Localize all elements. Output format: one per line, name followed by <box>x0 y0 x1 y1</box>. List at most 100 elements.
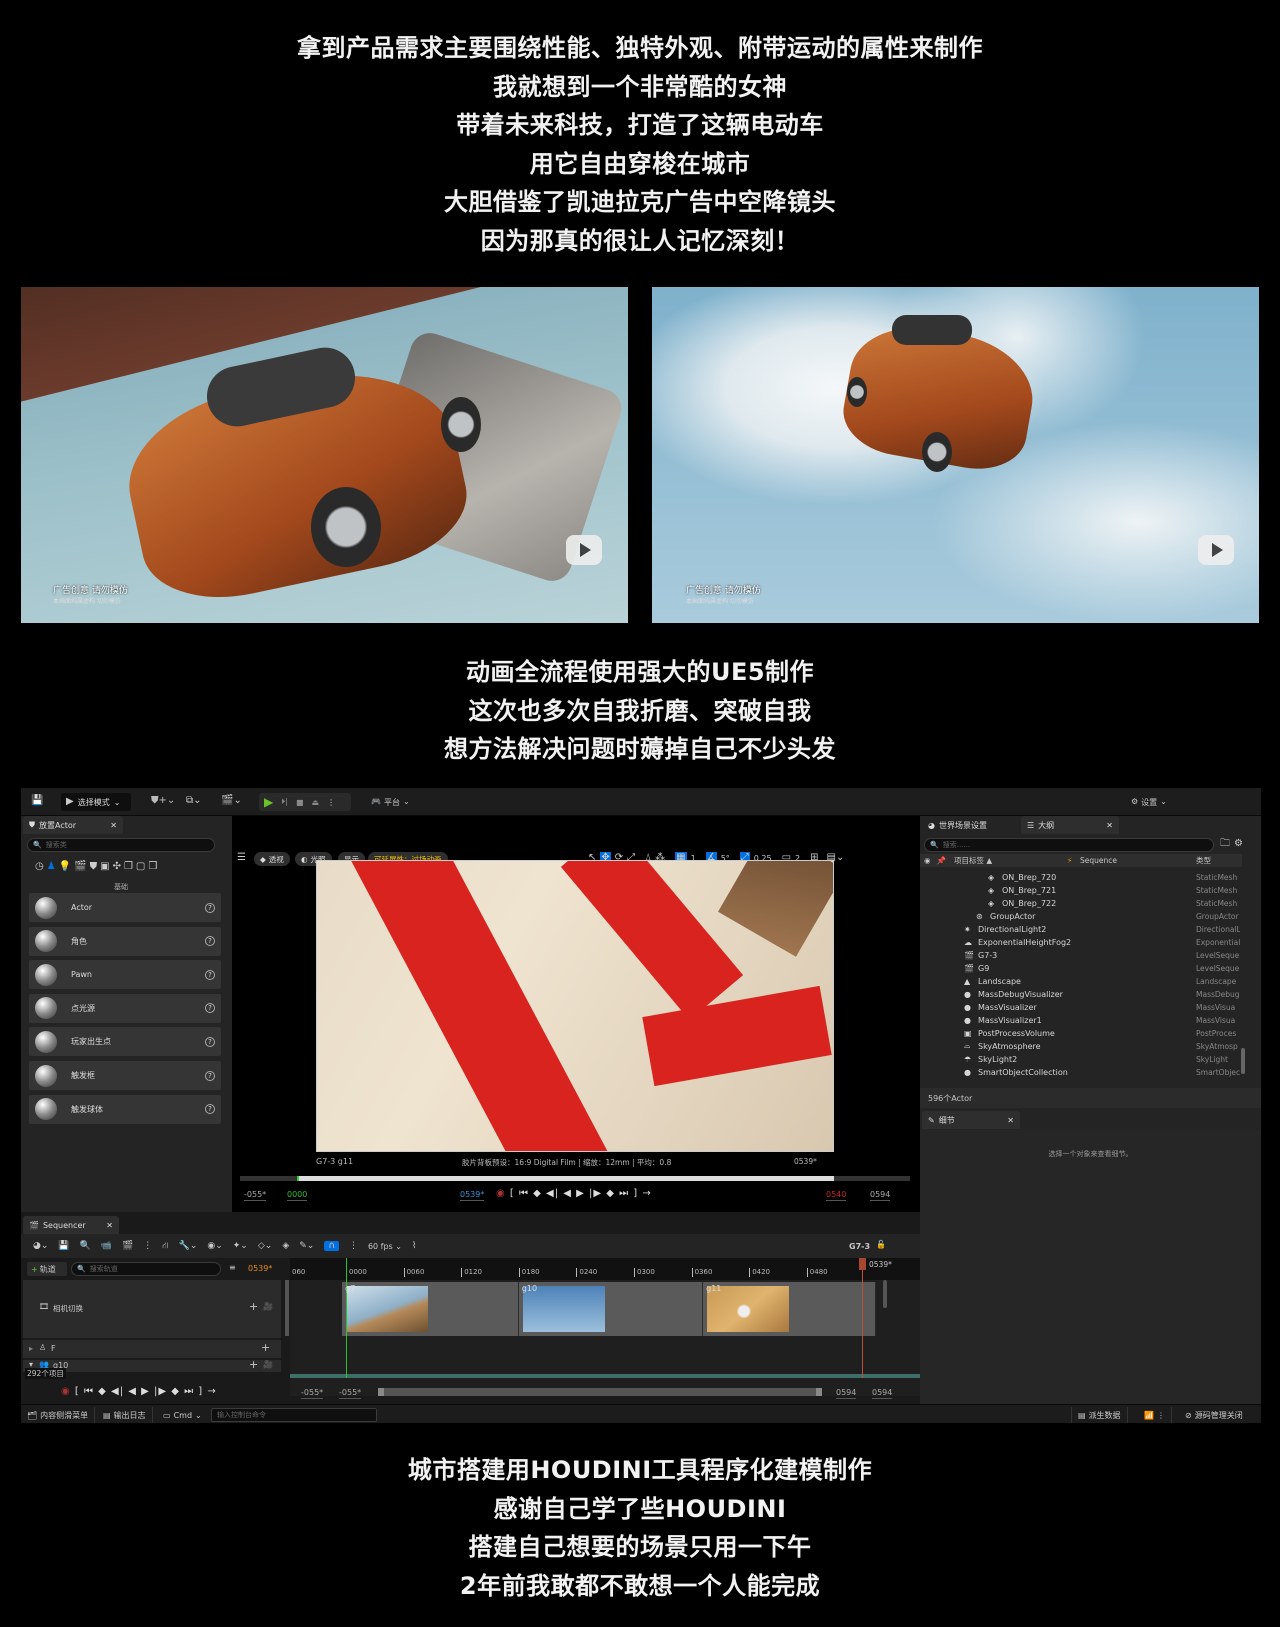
eye-icon[interactable]: ◉⌄ <box>207 1241 222 1251</box>
light-icon[interactable]: 💡 <box>59 862 71 872</box>
add-icon[interactable]: + <box>249 1360 258 1371</box>
actor-item[interactable]: 点光源? <box>29 993 221 1023</box>
video-play-icon[interactable] <box>1198 535 1234 565</box>
outliner-row[interactable]: ◈ ON_Brep_722 StaticMesh <box>920 897 1240 910</box>
content-drawer-button[interactable]: 🗂 内容侧滑菜单 <box>21 1407 96 1423</box>
cinematic-icon[interactable]: 🎬 <box>74 862 86 872</box>
shot-clip[interactable]: g11 <box>703 1282 876 1336</box>
save-icon[interactable]: 💾 <box>58 1241 69 1251</box>
select-mode-button[interactable]: ▶ 选择模式 ⌄ <box>61 793 131 811</box>
camera-icon[interactable]: 🎥 <box>263 1302 273 1311</box>
outliner-row[interactable]: ☁ ExponentialHeightFog2 Exponential <box>920 936 1240 949</box>
actor-item[interactable]: 玩家出生点? <box>29 1027 221 1057</box>
level-viewport[interactable]: ☰ ◆ 透视 ◐ 光照 显示 可延展性：过场动画 ↖ ✥ ⟳ ⤢ ⍙ ⁂ ▦ 1 ∡ 5° ⤢ 0.… <box>232 816 920 1212</box>
gear-icon[interactable]: ⚙ <box>1234 839 1243 849</box>
source-control-button[interactable]: ⊘ 源码管理关闭 <box>1179 1407 1249 1423</box>
wrench-icon[interactable]: 🔧⌄ <box>179 1241 198 1251</box>
column-type[interactable]: 类型 <box>1196 855 1211 866</box>
outliner-row[interactable]: ◈ ON_Brep_720 StaticMesh <box>920 871 1240 884</box>
outliner-search-input[interactable]: 🔍 搜索...... <box>924 838 1214 852</box>
actor-item[interactable]: Actor? <box>29 893 221 922</box>
visibility-icon[interactable]: ◉ <box>924 856 931 865</box>
outliner-scrollbar[interactable] <box>1241 1048 1245 1074</box>
actor-item[interactable]: 触发球体? <box>29 1094 221 1124</box>
outliner-row[interactable]: ● SmartObjectCollection SmartObjec <box>920 1066 1240 1079</box>
tab-sequencer[interactable]: 🎬 Sequencer ✕ <box>23 1216 119 1234</box>
outliner-row[interactable]: ● MassVisualizer1 MassVisua <box>920 1014 1240 1027</box>
current-frame[interactable]: 0539* <box>460 1190 485 1201</box>
tab-world-settings[interactable]: ◕ 世界场景设置 <box>922 816 1020 834</box>
tab-outliner[interactable]: ☰ 大纲 ✕ <box>1021 816 1119 834</box>
sequencer-transport[interactable]: ◉ [ ⏮ ◆ ◀| ◀ ▶ |▶ ◆ ⏭ ] → <box>61 1386 217 1397</box>
filter-icon[interactable]: ≡ <box>229 1263 236 1272</box>
close-icon[interactable]: ✕ <box>106 1221 113 1230</box>
unlock-icon[interactable]: 🔓 <box>876 1240 886 1249</box>
add-folder-icon[interactable]: 🗀 <box>1220 839 1230 849</box>
world-icon[interactable]: ◕⌄ <box>33 1241 48 1251</box>
volume-icon[interactable]: ▣ <box>100 862 109 872</box>
pin-icon[interactable]: 📌 <box>937 856 946 865</box>
playhead-line[interactable] <box>862 1258 863 1378</box>
help-icon[interactable]: ? <box>205 1003 215 1014</box>
column-sequence[interactable]: Sequence <box>1080 856 1117 865</box>
clapper-icon[interactable]: 🎬 <box>122 1241 133 1251</box>
outliner-row[interactable]: ● MassVisualizer MassVisua <box>920 1001 1240 1014</box>
step-icon[interactable]: ⏵| <box>281 797 288 807</box>
record-icon[interactable]: ◉ <box>61 1386 71 1397</box>
more-classes-icon[interactable]: ❒ <box>148 862 157 872</box>
output-log-button[interactable]: ▤ 输出日志 <box>97 1407 153 1423</box>
help-icon[interactable]: ? <box>205 969 215 980</box>
outliner-row[interactable]: ▣ PostProcessVolume PostProces <box>920 1027 1240 1040</box>
outliner-row[interactable]: ✷ DirectionalLight2 DirectionalL <box>920 923 1240 936</box>
derived-data-button[interactable]: ▤ 派生数据 <box>1071 1407 1128 1423</box>
close-icon[interactable]: ✕ <box>110 821 117 830</box>
out-frame[interactable]: 0540 <box>826 1190 847 1201</box>
in-frame[interactable]: 0000 <box>287 1190 308 1201</box>
playback-scrubber[interactable] <box>240 1176 910 1181</box>
close-icon[interactable]: ✕ <box>1106 821 1113 830</box>
snap-magnet-icon[interactable]: ∩ <box>324 1241 339 1251</box>
class-search-input[interactable]: 🔍 搜索类 <box>27 838 215 852</box>
view-range-slider[interactable] <box>378 1388 822 1396</box>
brush-icon[interactable]: ✎⌄ <box>299 1241 314 1251</box>
help-icon[interactable]: ? <box>205 936 215 947</box>
geometry-icon[interactable]: ✣ <box>113 862 121 872</box>
transport-controls[interactable]: ◉ [ ⏮ ◆ ◀| ◀ ▶ |▶ ◆ ⏭ ] → <box>496 1188 652 1199</box>
outliner-row[interactable]: 🎬 G7-3 LevelSeque <box>920 949 1240 962</box>
keyframe-icon[interactable]: ◈ <box>282 1241 289 1251</box>
hierarchy-icon[interactable]: ⛙ <box>162 1241 168 1252</box>
cmd-select[interactable]: ▭ Cmd ⌄ <box>157 1407 208 1423</box>
visual-effects-icon[interactable]: ⛊ <box>90 862 98 872</box>
actor-item[interactable]: 角色? <box>29 926 221 956</box>
help-icon[interactable]: ? <box>205 1070 215 1081</box>
outliner-row[interactable]: ◈ ON_Brep_721 StaticMesh <box>920 884 1240 897</box>
shot-clip[interactable]: g7 <box>342 1282 519 1336</box>
actor-item[interactable]: Pawn? <box>29 960 221 990</box>
find-asset-icon[interactable]: 🔍 <box>80 1241 91 1251</box>
more-icon[interactable]: ⋮ <box>327 798 335 807</box>
outliner-row[interactable]: ● MassDebugVisualizer MassDebug <box>920 988 1240 1001</box>
eject-icon[interactable]: ⏏ <box>312 798 320 807</box>
timeline-scrollbar[interactable] <box>883 1280 887 1308</box>
recent-icon[interactable]: ◷ <box>35 862 44 872</box>
auto-key-icon[interactable]: ✦⌄ <box>233 1241 248 1251</box>
track-camera-cuts[interactable]: 🎞 相机切换 + 🎥 <box>23 1280 281 1338</box>
track-search-input[interactable]: 🔍 搜索轨道 <box>71 1262 221 1276</box>
key-icon[interactable]: ◇⌄ <box>258 1241 272 1251</box>
record-icon[interactable]: ◉ <box>496 1188 506 1199</box>
expand-icon[interactable]: ▸ <box>29 1344 33 1353</box>
column-label[interactable]: 项目标签 ▲ <box>954 855 992 866</box>
working-end[interactable]: 0594 <box>836 1388 857 1399</box>
more-icon[interactable]: ⋮ <box>143 1241 152 1251</box>
cinematics-icon[interactable]: 🎬⌄ <box>221 796 242 806</box>
outliner-row[interactable]: ☂ SkyLight2 SkyLight <box>920 1053 1240 1066</box>
help-icon[interactable]: ? <box>205 1036 215 1047</box>
outliner-row[interactable]: ▲ Landscape Landscape <box>920 975 1240 988</box>
settings-button[interactable]: ⚙ 设置 ⌄ <box>1131 797 1167 808</box>
help-icon[interactable]: ? <box>205 902 215 913</box>
stop-icon[interactable]: ■ <box>296 798 304 807</box>
all-classes-icon[interactable]: ❐ <box>124 862 133 872</box>
tab-details[interactable]: ✎ 细节 ✕ <box>922 1111 1020 1129</box>
trace-button[interactable]: 📶 ⋮ <box>1138 1407 1172 1423</box>
playhead-handle[interactable] <box>859 1258 866 1270</box>
